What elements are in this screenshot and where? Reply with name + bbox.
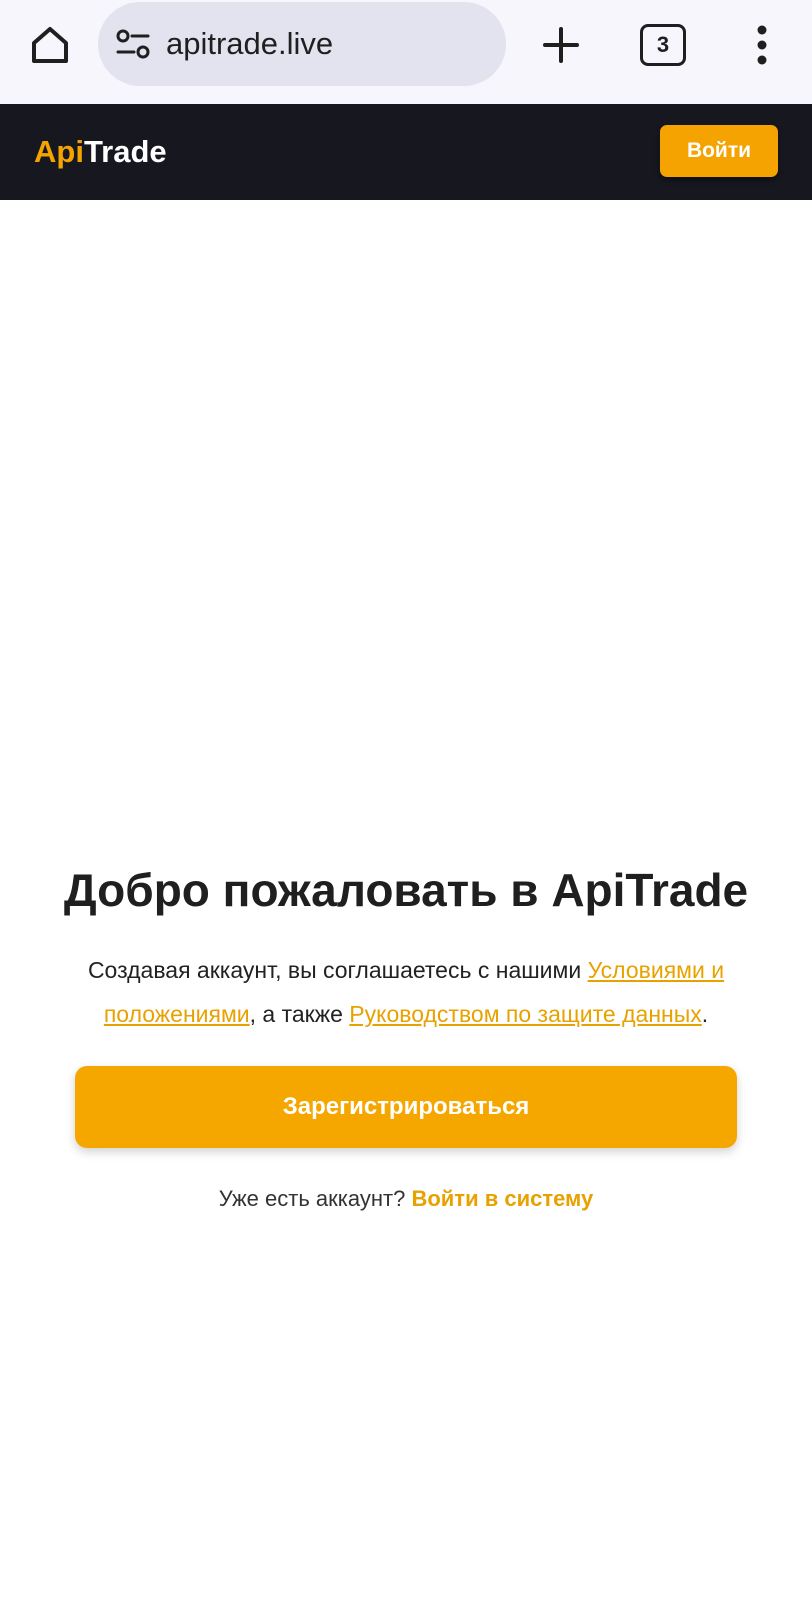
header-login-button[interactable]: Войти [660,125,778,177]
privacy-link[interactable]: Руководством по защите данных [349,1001,701,1027]
login-link[interactable]: Войти в систему [411,1186,593,1211]
consent-suffix: . [701,1001,709,1027]
browser-menu-button[interactable] [742,20,782,70]
consent-prefix: Создавая аккаунт, вы соглашаетесь с наши… [87,957,588,983]
home-button[interactable] [20,18,80,72]
plus-icon [543,27,579,63]
have-account-text: Уже есть аккаунт? [218,1186,412,1211]
tune-icon[interactable] [116,28,150,60]
logo-accent-text: Api [34,134,84,169]
browser-toolbar: apitrade.live 3 [0,0,812,104]
site-header: ApiTrade Войти [0,104,812,200]
site-logo[interactable]: ApiTrade [34,132,167,172]
consent-text: Создавая аккаунт, вы соглашаетесь с наши… [40,948,772,1036]
new-tab-button[interactable] [536,20,586,70]
tab-switcher-button[interactable]: 3 [640,24,686,66]
register-button[interactable]: Зарегистрироваться [75,1066,737,1148]
welcome-title: Добро пожаловать в ApiTrade [63,864,749,916]
more-vert-icon [757,25,767,65]
url-text[interactable]: apitrade.live [166,24,333,64]
logo-main-text: Trade [83,134,167,169]
consent-middle: , а также [249,1001,350,1027]
have-account-line: Уже есть аккаунт? Войти в систему [0,1184,812,1214]
home-icon [32,27,68,63]
